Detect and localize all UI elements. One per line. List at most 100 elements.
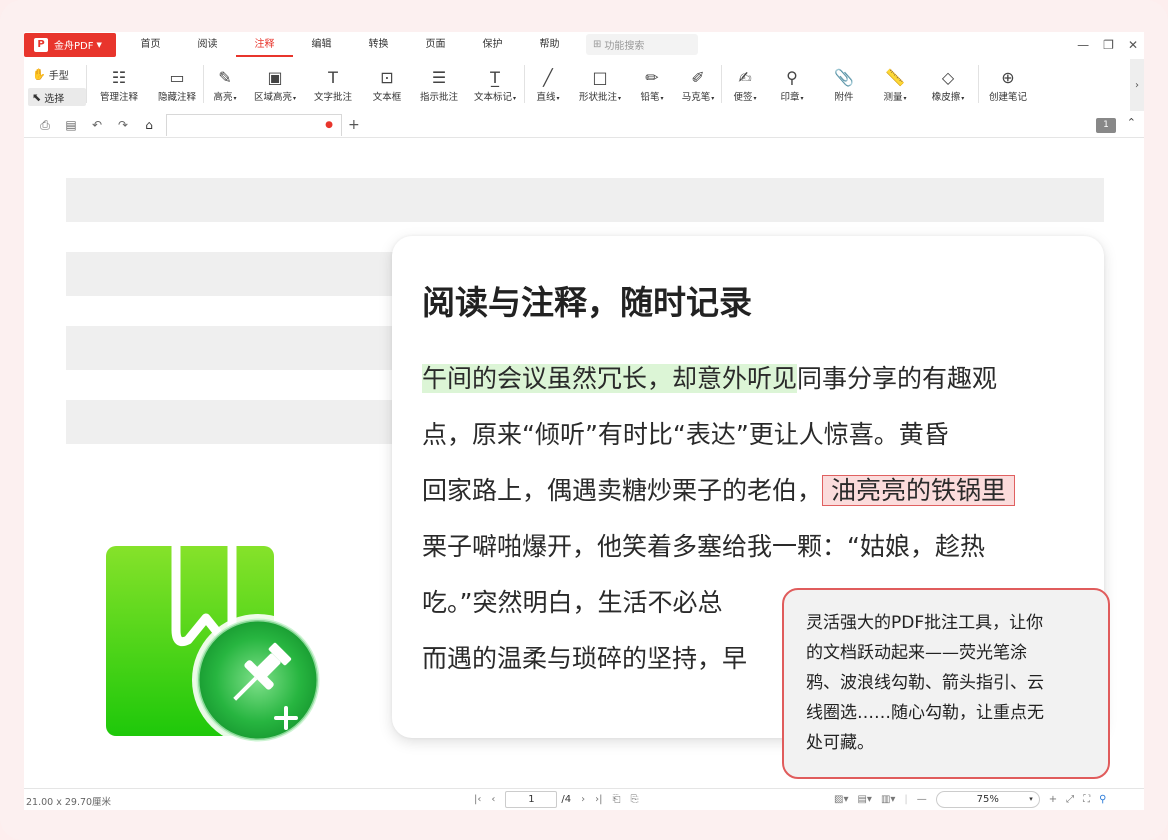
tab-edit[interactable]: 编辑	[293, 32, 350, 57]
unsaved-dot-icon: ●	[325, 120, 333, 130]
print-icon[interactable]: ⎙	[32, 118, 58, 133]
text-line: 午间的会议虽然冗长，却意外听见同事分享的有趣观	[422, 356, 997, 401]
bubble-line: 灵活强大的PDF批注工具，让你	[806, 613, 1044, 633]
tab-read[interactable]: 阅读	[179, 32, 236, 57]
window-controls: — ❐ ✕	[1077, 32, 1138, 57]
chevron-down-icon: ▾	[753, 95, 757, 102]
shape-button[interactable]: □ 形状批注▾	[571, 59, 629, 111]
forward-view-icon[interactable]: ⎘	[630, 794, 638, 805]
callout-bubble[interactable]: 灵活强大的PDF批注工具，让你 的文档跃动起来——荧光笔涂 鸦、波浪线勾勒、箭头…	[782, 588, 1110, 779]
annotation-ribbon: ✋ 手型 ⬉ 选择 ☷ 管理注释 ▭ 隐藏注释 ✎ 高亮▾ ▣ 区域高亮▾ T	[24, 59, 1144, 111]
zoom-in-icon[interactable]: +	[1049, 794, 1057, 805]
hand-icon: ✋	[32, 67, 46, 81]
chevron-up-icon[interactable]: ⌃	[1127, 116, 1136, 129]
marker-button[interactable]: ✐ 马克笔▾	[675, 59, 721, 111]
attachment-button[interactable]: 📎 附件	[816, 59, 872, 111]
document-tab[interactable]: ●	[166, 114, 342, 136]
callout-icon: ☰	[431, 68, 447, 87]
cursor-icon: ⬉	[32, 90, 42, 104]
document-view[interactable]: 阅读与注释，随时记录 午间的会议虽然冗长，却意外听见同事分享的有趣观 点，原来“…	[24, 138, 1144, 788]
first-page-icon[interactable]: |‹	[474, 794, 481, 805]
app-menu-button[interactable]: P 金舟PDF ▼	[24, 32, 116, 57]
create-note-icon: ⊕	[1001, 68, 1015, 87]
tab-page[interactable]: 页面	[407, 32, 464, 57]
line-icon: ╱	[543, 68, 553, 87]
tool-label: 管理注释	[99, 92, 138, 103]
create-note-button[interactable]: ⊕ 创建笔记	[979, 59, 1037, 111]
marker-icon: ✐	[691, 68, 705, 87]
tool-label: 高亮	[213, 92, 233, 103]
pencil-icon: ✏	[645, 68, 659, 87]
text-annotation-button[interactable]: T 文字批注	[304, 59, 362, 111]
save-icon[interactable]: ▤	[58, 118, 84, 132]
area-highlight-button[interactable]: ▣ 区域高亮▾	[246, 59, 304, 111]
zoom-out-icon[interactable]: —	[917, 794, 927, 805]
eraser-button[interactable]: ◇ 橡皮擦▾	[918, 59, 978, 111]
note-icon: ✍	[738, 68, 752, 87]
manage-annotations-icon: ☷	[111, 68, 127, 87]
tool-label: 直线	[536, 92, 556, 103]
tab-annotate[interactable]: 注释	[236, 32, 293, 57]
stamp-button[interactable]: ⚲ 印章▾	[768, 59, 816, 111]
text-span: 回家路上，偶遇卖糖炒栗子的老伯，	[422, 476, 823, 505]
tab-convert[interactable]: 转换	[350, 32, 407, 57]
bubble-line: 处可藏。	[806, 733, 874, 753]
chevron-right-icon: ›	[1135, 79, 1139, 91]
callout-button[interactable]: ☰ 指示批注	[412, 59, 466, 111]
text-line: 栗子噼啪爆开，他笑着多塞给我一颗：“姑娘，趁热	[422, 532, 985, 561]
close-icon[interactable]: ✕	[1128, 38, 1138, 52]
highlight-button[interactable]: ✎ 高亮▾	[204, 59, 246, 111]
measure-button[interactable]: 📏 测量▾	[872, 59, 918, 111]
tab-help[interactable]: 帮助	[521, 32, 578, 57]
zoom-select[interactable]: 75% ▾	[935, 791, 1040, 808]
search-placeholder: 功能搜索	[604, 41, 645, 52]
tool-label: 创建笔记	[988, 92, 1027, 103]
hide-annotations-button[interactable]: ▭ 隐藏注释	[151, 59, 203, 111]
tab-protect[interactable]: 保护	[464, 32, 521, 57]
tool-label: 测量	[883, 92, 903, 103]
green-highlight[interactable]: 午间的会议虽然冗长，却意外听见	[422, 364, 798, 393]
chevron-down-icon: ▾	[903, 95, 907, 102]
feature-search-input[interactable]: ⊞ 功能搜索	[586, 34, 698, 55]
textbox-button[interactable]: ⊡ 文本框	[362, 59, 412, 111]
placeholder-bar	[66, 178, 1104, 222]
ribbon-scroll-right-button[interactable]: ›	[1130, 59, 1144, 111]
page-layout-icon[interactable]: ▤▾	[857, 794, 871, 805]
highlight-icon: ✎	[218, 68, 232, 87]
page-mode-icon[interactable]: ▥▾	[881, 794, 895, 805]
search-icon: ⊞	[593, 39, 602, 50]
back-view-icon[interactable]: ⎗	[612, 794, 620, 805]
hand-tool-button[interactable]: ✋ 手型	[28, 65, 86, 83]
view-controls: ▨▾ ▤▾ ▥▾ | — 75% ▾ + ⤢ ⛶ ⚲	[834, 791, 1107, 808]
red-box-annotation[interactable]: 油亮亮的铁锅里	[822, 475, 1016, 506]
text-markup-button[interactable]: T̲ 文本标记▾	[466, 59, 524, 111]
line-button[interactable]: ╱ 直线▾	[525, 59, 571, 111]
next-page-icon[interactable]: ›	[581, 794, 585, 805]
last-page-icon[interactable]: ›|	[595, 794, 602, 805]
tool-label: 印章	[780, 92, 800, 103]
page-size-label: 21.00 x 29.70厘米	[26, 797, 112, 808]
page-number-input[interactable]: 1	[505, 791, 558, 808]
manage-annotations-button[interactable]: ☷ 管理注释	[87, 59, 151, 111]
tool-label: 便签	[733, 92, 753, 103]
note-button[interactable]: ✍ 便签▾	[722, 59, 768, 111]
fullscreen-icon[interactable]: ⛶	[1083, 794, 1090, 805]
chevron-down-icon: ▼	[96, 40, 102, 49]
pencil-button[interactable]: ✏ 铅笔▾	[629, 59, 675, 111]
tool-label: 隐藏注释	[157, 92, 196, 103]
pin-icon[interactable]: ⚲	[1099, 794, 1106, 805]
restore-icon[interactable]: ❐	[1103, 38, 1114, 52]
redo-icon[interactable]: ↷	[110, 118, 136, 132]
minimize-icon[interactable]: —	[1077, 38, 1089, 52]
prev-page-icon[interactable]: ‹	[491, 794, 495, 805]
textbox-icon: ⊡	[380, 68, 394, 87]
chevron-down-icon: ▾	[513, 95, 517, 102]
background-color-icon[interactable]: ▨▾	[834, 794, 848, 805]
add-tab-button[interactable]: +	[348, 117, 360, 133]
tab-home[interactable]: 首页	[122, 32, 179, 57]
undo-icon[interactable]: ↶	[84, 118, 110, 132]
select-tool-button[interactable]: ⬉ 选择	[28, 88, 86, 106]
fit-page-icon[interactable]: ⤢	[1066, 794, 1074, 805]
home-icon[interactable]: ⌂	[136, 118, 162, 132]
app-name: 金舟PDF	[54, 41, 94, 52]
